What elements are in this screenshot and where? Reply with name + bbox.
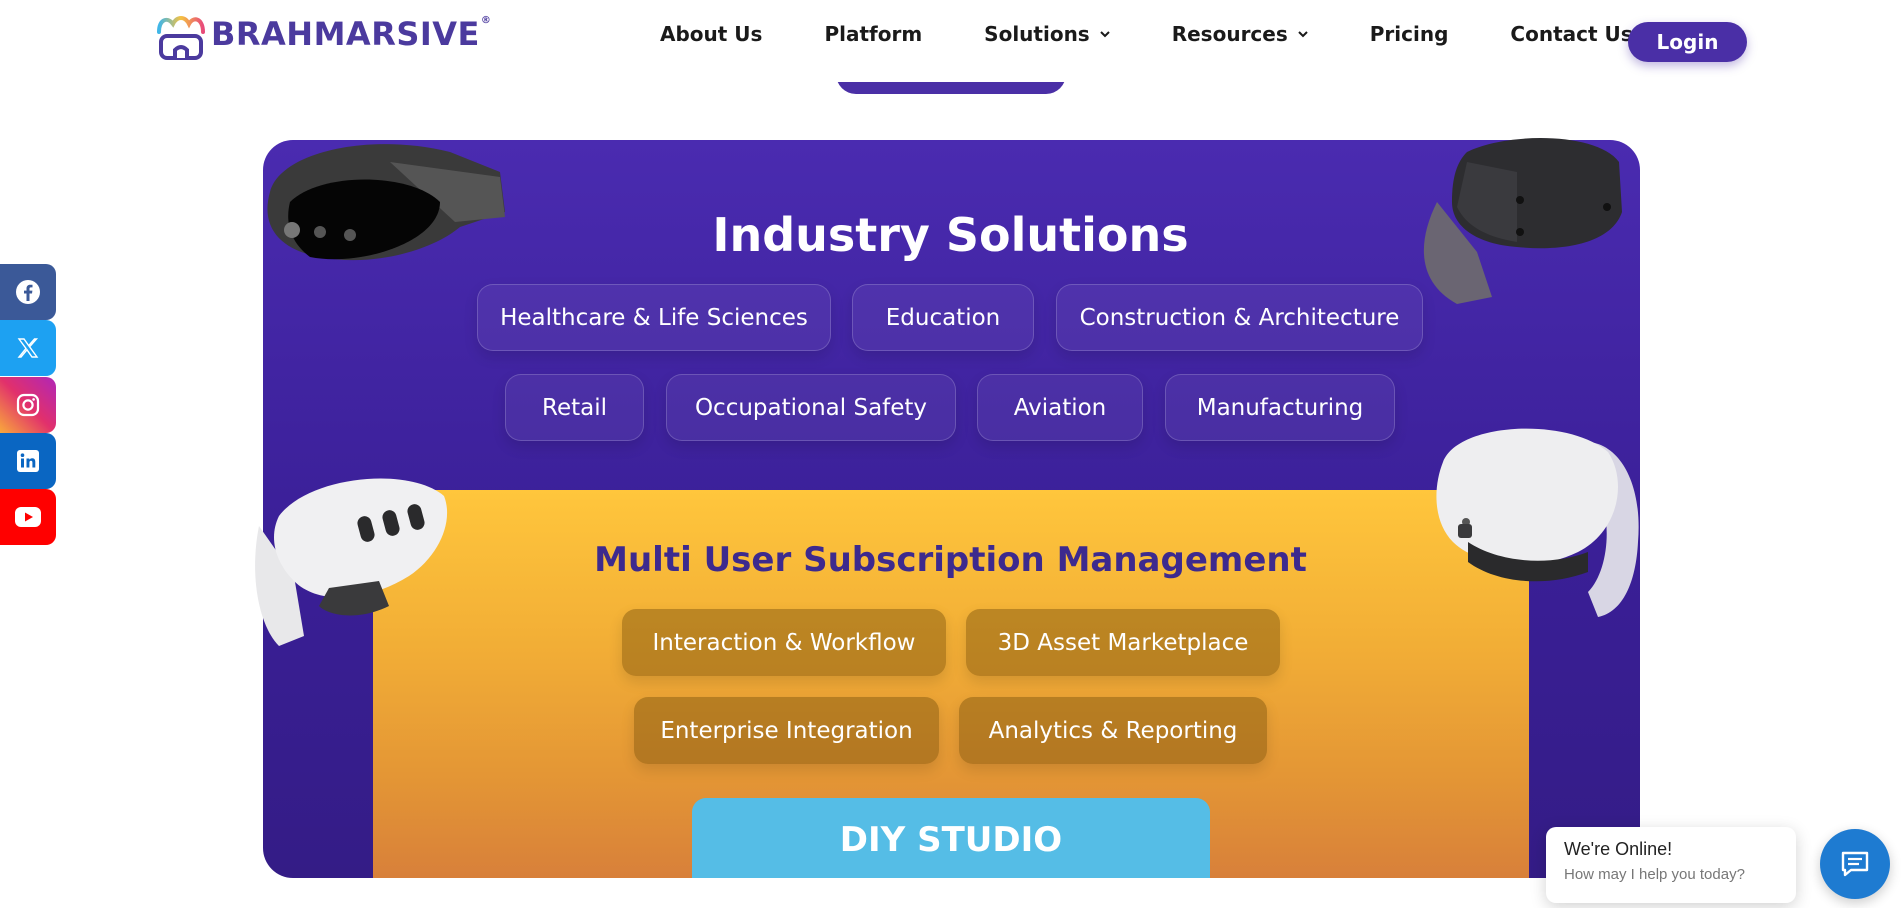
linkedin-icon xyxy=(17,450,39,472)
vr-headset-quest-dark-image xyxy=(1423,138,1622,304)
chip-education[interactable]: Education xyxy=(852,284,1034,351)
chip-enterprise-integration[interactable]: Enterprise Integration xyxy=(634,697,939,764)
nav-solutions[interactable]: Solutions xyxy=(984,22,1110,46)
main-nav: About Us Platform Solutions Resources Pr… xyxy=(660,22,1695,46)
nav-platform[interactable]: Platform xyxy=(824,22,922,46)
chevron-down-icon xyxy=(1100,31,1110,38)
chip-3d-asset-marketplace[interactable]: 3D Asset Marketplace xyxy=(966,609,1280,676)
facebook-icon xyxy=(16,280,40,304)
brand-name: BRAHMARSIVE® xyxy=(211,15,492,53)
chevron-down-icon xyxy=(1298,31,1308,38)
login-button[interactable]: Login xyxy=(1628,22,1747,62)
brand-logo[interactable]: BRAHMARSIVE® xyxy=(153,10,491,68)
vr-headset-quest2-image xyxy=(1436,428,1639,617)
chip-aviation[interactable]: Aviation xyxy=(977,374,1143,441)
linkedin-button[interactable] xyxy=(0,433,56,489)
nav-about-us[interactable]: About Us xyxy=(660,22,762,46)
instagram-button[interactable] xyxy=(0,377,56,433)
chat-prompt-text: How may I help you today? xyxy=(1564,866,1745,883)
nav-resources[interactable]: Resources xyxy=(1172,22,1308,46)
chip-analytics-reporting[interactable]: Analytics & Reporting xyxy=(959,697,1267,764)
chip-manufacturing[interactable]: Manufacturing xyxy=(1165,374,1395,441)
instagram-icon xyxy=(16,393,40,417)
youtube-button[interactable] xyxy=(0,489,56,545)
chat-launcher-button[interactable] xyxy=(1820,829,1890,899)
vr-headset-dark-image xyxy=(267,144,505,261)
logo-mark-icon xyxy=(157,16,205,60)
chat-status-text: We're Online! xyxy=(1564,839,1673,859)
chip-occupational-safety[interactable]: Occupational Safety xyxy=(666,374,956,441)
nav-pricing[interactable]: Pricing xyxy=(1370,22,1449,46)
diy-studio-button[interactable]: DIY STUDIO xyxy=(692,798,1210,878)
chip-interaction-workflow[interactable]: Interaction & Workflow xyxy=(622,609,946,676)
x-twitter-button[interactable] xyxy=(0,320,56,376)
x-icon xyxy=(17,338,39,358)
youtube-icon xyxy=(15,507,41,527)
chip-retail[interactable]: Retail xyxy=(505,374,644,441)
chip-healthcare[interactable]: Healthcare & Life Sciences xyxy=(477,284,831,351)
site-header: BRAHMARSIVE® About Us Platform Solutions… xyxy=(0,0,1901,82)
vr-headset-quest3-image xyxy=(255,478,448,646)
nav-contact-us[interactable]: Contact Us xyxy=(1510,22,1632,46)
chat-greeting-bubble[interactable]: We're Online! How may I help you today? xyxy=(1546,827,1796,903)
facebook-button[interactable] xyxy=(0,264,56,320)
chip-construction[interactable]: Construction & Architecture xyxy=(1056,284,1423,351)
chat-icon xyxy=(1841,851,1869,877)
